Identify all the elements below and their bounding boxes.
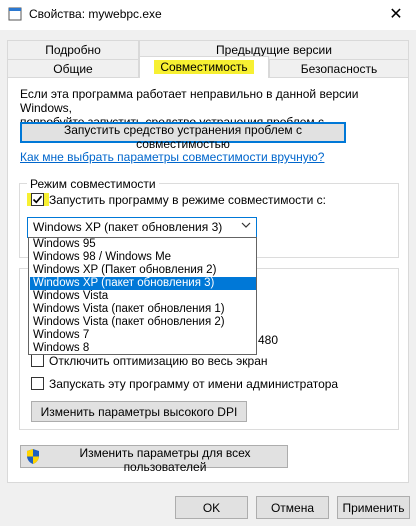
dropdown-option-win8[interactable]: Windows 8 (30, 342, 256, 355)
compat-os-dropdown-list[interactable]: Windows 95 Windows 98 / Windows Me Windo… (28, 237, 257, 355)
resolution-partial-text: 480 (258, 333, 279, 347)
window-icon (8, 7, 22, 21)
close-button[interactable]: ✕ (381, 3, 411, 27)
run-as-admin-label: Запускать эту программу от имени админис… (49, 377, 339, 391)
manual-settings-link[interactable]: Как мне выбрать параметры совместимости … (20, 150, 324, 164)
run-as-admin-checkbox[interactable] (31, 377, 44, 390)
tab-details[interactable]: Подробно (7, 40, 139, 59)
tab-compatibility[interactable]: Совместимость (139, 56, 269, 78)
dropdown-option-vista[interactable]: Windows Vista (30, 290, 256, 303)
dropdown-option-winxp-sp2[interactable]: Windows XP (Пакет обновления 2) (30, 264, 256, 277)
dropdown-option-vista-sp1[interactable]: Windows Vista (пакет обновления 1) (30, 303, 256, 316)
compat-mode-checkbox[interactable] (31, 193, 44, 206)
dropdown-option-win7[interactable]: Windows 7 (30, 329, 256, 342)
tab-general[interactable]: Общие (7, 59, 139, 78)
tab-security[interactable]: Безопасность (269, 59, 409, 78)
dropdown-option-vista-sp2[interactable]: Windows Vista (пакет обновления 2) (30, 316, 256, 329)
change-dpi-button[interactable]: Изменить параметры высокого DPI (31, 401, 247, 422)
cancel-button[interactable]: Отмена (256, 496, 329, 519)
compat-mode-checkbox-label: Запустить программу в режиме совместимос… (49, 193, 326, 207)
window-title: Свойства: mywebpc.exe (29, 7, 162, 21)
chevron-down-icon (240, 219, 252, 234)
change-all-users-button[interactable]: Изменить параметры для всех пользователе… (20, 445, 288, 474)
dropdown-option-win98-me[interactable]: Windows 98 / Windows Me (30, 251, 256, 264)
check-icon (32, 195, 43, 204)
tab-compatibility-label: Совместимость (154, 60, 254, 74)
compat-mode-group-title: Режим совместимости (27, 177, 159, 191)
compat-os-selected-value: Windows XP (пакет обновления 3) (33, 220, 223, 234)
dropdown-option-win95[interactable]: Windows 95 (30, 238, 256, 251)
disable-fullscreen-opt-checkbox[interactable] (31, 354, 44, 367)
ok-button[interactable]: OK (175, 496, 248, 519)
run-troubleshooter-button[interactable]: Запустить средство устранения проблем с … (20, 122, 346, 151)
apply-button[interactable]: Применить (337, 496, 410, 519)
disable-fullscreen-opt-label: Отключить оптимизацию во весь экран (49, 354, 268, 368)
dropdown-option-winxp-sp3[interactable]: Windows XP (пакет обновления 3) (30, 277, 256, 290)
uac-shield-icon (27, 449, 39, 464)
